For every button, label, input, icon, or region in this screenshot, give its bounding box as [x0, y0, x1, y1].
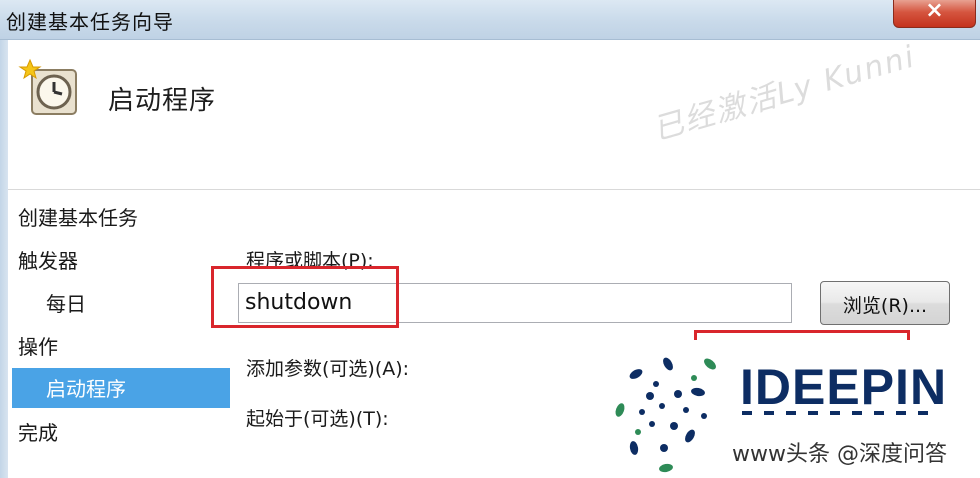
ideepin-logo: IDEEPIN www头条 @深度问答 [582, 340, 980, 478]
sidebar-item-daily[interactable]: 每日 [46, 288, 86, 317]
page-title: 启动程序 [108, 86, 217, 116]
sidebar-item-start-program[interactable]: 启动程序 [12, 368, 230, 408]
window-title: 创建基本任务向导 [6, 10, 174, 34]
task-clock-icon [18, 58, 77, 115]
sidebar-item-action[interactable]: 操作 [18, 331, 58, 360]
sidebar-item-finish[interactable]: 完成 [18, 417, 58, 446]
arguments-label: 添加参数(可选)(A): [246, 358, 410, 380]
sidebar-heading: 创建基本任务 [18, 206, 138, 230]
watermark-text: 已经激活Ly Kunni [649, 39, 920, 148]
sidebar-item-trigger[interactable]: 触发器 [18, 245, 78, 274]
browse-button[interactable]: 浏览(R)... [820, 281, 950, 325]
title-bar: 创建基本任务向导 × [0, 0, 980, 40]
pinwheel-logo-icon [615, 357, 716, 473]
wizard-header: 启动程序 已经激活Ly Kunni [8, 39, 980, 190]
highlight-box-program [211, 266, 399, 328]
logo-dot-row [742, 411, 928, 415]
close-icon: × [925, 0, 944, 23]
logo-wordmark: IDEEPIN [740, 359, 948, 415]
logo-caption: www头条 @深度问答 [732, 442, 947, 467]
close-button[interactable]: × [893, 0, 976, 28]
window-frame-left [0, 40, 8, 478]
start-in-label: 起始于(可选)(T): [246, 408, 389, 430]
